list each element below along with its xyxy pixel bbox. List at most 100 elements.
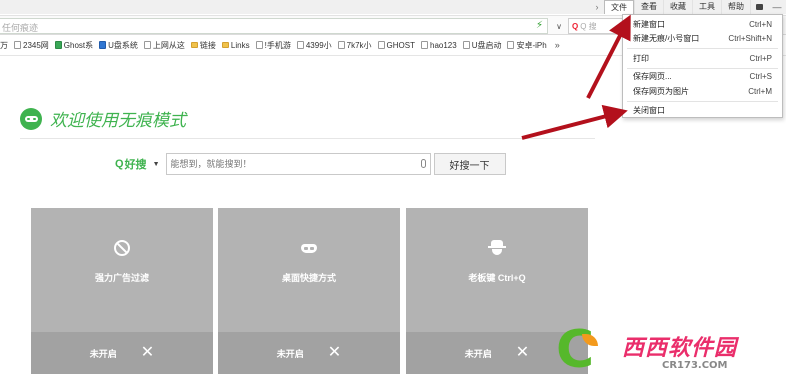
- skin-icon[interactable]: [750, 0, 768, 14]
- bookmark-item[interactable]: Ghost系: [54, 40, 94, 51]
- search-logo-icon: Q: [115, 158, 124, 170]
- bookmark-item[interactable]: 2345网: [14, 40, 49, 51]
- chevron-down-icon[interactable]: ∨: [552, 18, 566, 34]
- folder-icon: [221, 42, 229, 48]
- page-icon: [99, 41, 107, 49]
- card-title: 强力广告过滤: [94, 273, 149, 283]
- address-bar[interactable]: 任何痕迹 ⚡: [0, 18, 548, 34]
- microphone-icon[interactable]: [420, 159, 426, 168]
- watermark-logo: C 西西软件园 CR173.COM: [556, 320, 738, 380]
- bookmark-label: !手机游: [264, 40, 291, 50]
- menu-item-label: 新建无痕/小号窗口: [633, 33, 700, 43]
- menu-file[interactable]: 文件: [604, 0, 634, 14]
- bookmark-item[interactable]: U盘系统: [99, 40, 138, 51]
- card-status: 未开启: [464, 348, 492, 359]
- dropdown-caret-icon[interactable]: ▼: [153, 161, 160, 168]
- minimize-button[interactable]: —: [768, 0, 786, 14]
- menu-favorites[interactable]: 收藏: [663, 0, 692, 14]
- arrow-to-close-window: [521, 104, 628, 140]
- bookmark-label: Ghost系: [63, 40, 94, 50]
- menu-item-close-window[interactable]: 关闭窗口: [623, 103, 782, 117]
- chevron-right-icon[interactable]: ›: [590, 2, 604, 12]
- menu-item-label: 关闭窗口: [633, 105, 665, 115]
- bookmarks-more-icon[interactable]: »: [555, 40, 560, 50]
- card-footer: 未开启 ✕: [31, 332, 213, 374]
- search-input-box[interactable]: [165, 153, 431, 175]
- bookmark-item[interactable]: 万: [0, 40, 8, 51]
- bookmark-item[interactable]: 7k7k小: [337, 40, 372, 51]
- incognito-logo-icon: [20, 107, 42, 130]
- search-button[interactable]: 好搜一下: [433, 153, 506, 175]
- menu-item-new-incognito[interactable]: 新建无痕/小号窗口 Ctrl+Shift+N: [623, 31, 782, 45]
- menu-help[interactable]: 帮助: [721, 0, 750, 14]
- page-icon: [14, 41, 21, 49]
- menu-divider: [627, 101, 778, 102]
- address-text: 任何痕迹: [2, 23, 39, 33]
- bookmark-label: GHOST: [386, 40, 415, 50]
- menu-item-shortcut: Ctrl+P: [749, 53, 772, 63]
- menubar: › 文件 查看 收藏 工具 帮助 —: [590, 0, 786, 14]
- card-desktop-shortcut[interactable]: 桌面快捷方式 未开启 ✕: [218, 208, 400, 374]
- close-icon[interactable]: ✕: [328, 345, 341, 361]
- page-icon: [421, 41, 428, 49]
- bookmark-item[interactable]: Links: [221, 40, 250, 50]
- menu-item-shortcut: Ctrl+M: [748, 86, 772, 96]
- menu-tools[interactable]: 工具: [692, 0, 721, 14]
- bookmark-item[interactable]: !手机游: [255, 40, 291, 51]
- watermark-en: CR173.COM: [662, 360, 728, 371]
- folder-icon: [190, 42, 198, 48]
- card-title: 老板键 Ctrl+Q: [468, 273, 526, 283]
- file-menu: 新建窗口 Ctrl+N 新建无痕/小号窗口 Ctrl+Shift+N 打印 Ct…: [622, 14, 783, 118]
- bookmark-label: 安卓-iPh: [516, 40, 547, 50]
- bookmark-item[interactable]: hao123: [421, 41, 457, 50]
- search-brand[interactable]: Q 好搜: [115, 156, 147, 172]
- bookmark-label: Links: [230, 40, 250, 50]
- ban-icon: [113, 239, 131, 257]
- bookmark-item[interactable]: 链接: [190, 40, 216, 51]
- menu-item-save-as-image[interactable]: 保存网页为图片 Ctrl+M: [623, 84, 782, 98]
- search-input[interactable]: [166, 154, 407, 174]
- bookmark-label: 链接: [199, 40, 216, 50]
- bookmark-label: 4399小: [305, 40, 332, 50]
- card-footer: 未开启 ✕: [218, 332, 400, 374]
- menu-item-label: 保存网页为图片: [633, 86, 689, 96]
- search-engine-icon: Q: [572, 21, 579, 31]
- bookmark-item[interactable]: U盘启动: [462, 40, 502, 51]
- bookmark-item[interactable]: 4399小: [296, 40, 332, 51]
- divider: [20, 138, 595, 139]
- bookmark-item[interactable]: GHOST: [377, 40, 415, 50]
- page-icon: [337, 41, 345, 49]
- menu-item-new-window[interactable]: 新建窗口 Ctrl+N: [623, 17, 782, 31]
- menu-divider: [627, 48, 778, 49]
- bookmark-label: U盘启动: [471, 40, 502, 50]
- bookmark-item[interactable]: 上网从这: [143, 40, 185, 51]
- page-icon: [54, 41, 62, 49]
- menu-item-shortcut: Ctrl+N: [749, 19, 772, 29]
- close-icon[interactable]: ✕: [141, 345, 154, 361]
- search-area: Q 好搜 ▼ 好搜一下: [115, 153, 506, 175]
- menu-item-print[interactable]: 打印 Ctrl+P: [623, 51, 782, 65]
- bookmarks-bar: 万 2345网 Ghost系 U盘系统 上网从这 链接 Links !手机游 4399小 7k7k…: [0, 37, 560, 53]
- bookmark-label: 万: [0, 40, 8, 50]
- page-icon: [377, 41, 385, 49]
- boss-icon: [488, 239, 506, 257]
- menu-item-save-page[interactable]: 保存网页... Ctrl+S: [623, 69, 782, 83]
- card-status: 未开启: [89, 348, 117, 359]
- bookmark-label: hao123: [430, 40, 457, 50]
- watermark-cn: 西西软件园: [622, 336, 738, 361]
- card-ad-filter[interactable]: 强力广告过滤 未开启 ✕: [31, 208, 213, 374]
- search-placeholder: Q 搜: [580, 21, 597, 31]
- page-icon: [143, 41, 151, 49]
- bookmark-item[interactable]: 安卓-iPh: [507, 40, 547, 51]
- menu-item-shortcut: Ctrl+Shift+N: [728, 33, 772, 43]
- bookmark-label: 7k7k小: [346, 40, 372, 50]
- lightning-icon[interactable]: ⚡: [536, 20, 543, 31]
- bookmark-label: 2345网: [23, 40, 49, 50]
- page-icon: [507, 41, 515, 49]
- close-icon[interactable]: ✕: [516, 345, 529, 361]
- search-box[interactable]: Q Q 搜: [568, 18, 628, 34]
- page-title: 欢迎使用无痕模式: [50, 111, 186, 131]
- page-icon: [255, 41, 263, 49]
- search-brand-label: 好搜: [124, 159, 147, 171]
- menu-view[interactable]: 查看: [634, 0, 663, 14]
